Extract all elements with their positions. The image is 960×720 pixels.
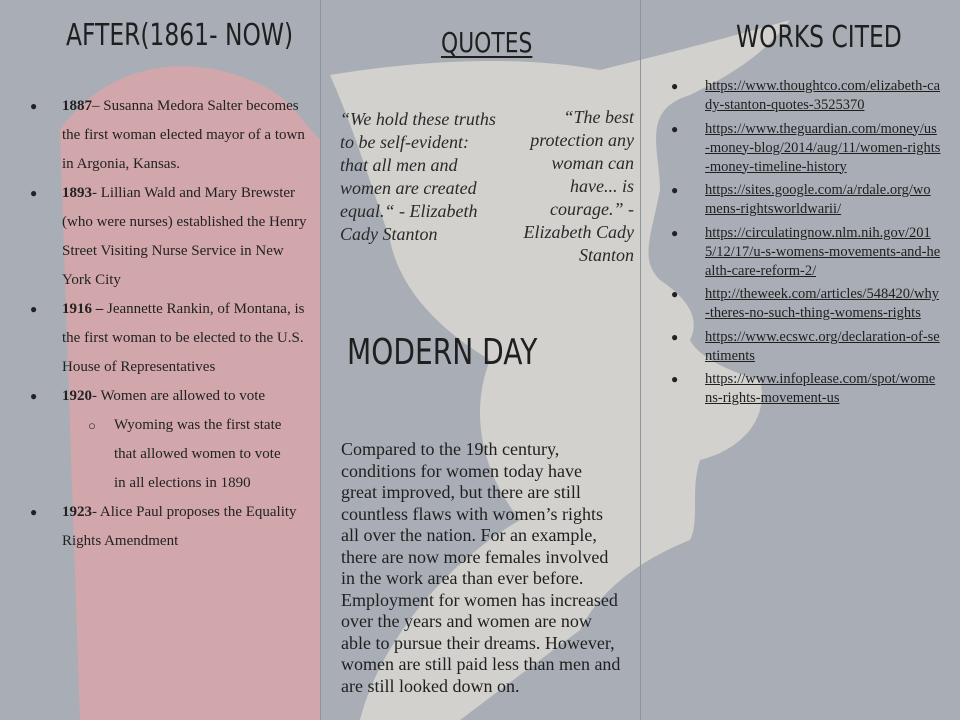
event-item: ● 1920- Women are allowed to vote	[0, 382, 310, 411]
after-panel: AFTER(1861- NOW) ● 1887– Susanna Medora S…	[0, 0, 320, 720]
event-text: - Lillian Wald and Mary Brewster (who we…	[62, 185, 307, 288]
event-year: 1920	[62, 388, 92, 404]
bullet-icon: ●	[671, 372, 679, 386]
modern-day-heading: MODERN DAY	[347, 332, 538, 373]
citation-item: ● http://theweek.com/articles/548420/why-…	[641, 285, 941, 323]
citation-item: ● https://circulatingnow.nlm.nih.gov/2015…	[641, 224, 941, 281]
event-text: – Susanna Medora Salter becomes the firs…	[62, 98, 305, 172]
citation-item: ● https://www.theguardian.com/money/us-mo…	[641, 120, 941, 177]
event-item: ● 1916 – Jeannette Rankin, of Montana, is…	[0, 295, 310, 382]
citation-link[interactable]: http://theweek.com/articles/548420/why-t…	[705, 286, 939, 321]
quotes-heading: QUOTES	[441, 26, 533, 59]
event-year: 1887	[62, 98, 92, 114]
event-text: - Women are allowed to vote	[92, 388, 266, 404]
event-item: ● 1893- Lillian Wald and Mary Brewster (w…	[0, 179, 310, 295]
sub-event-text: Wyoming was the first state that allowed…	[114, 417, 282, 491]
event-item: ● 1887– Susanna Medora Salter becomes the…	[0, 92, 310, 179]
bullet-icon: ●	[30, 302, 38, 316]
bullet-icon: ●	[30, 186, 38, 200]
citation-item: ● https://www.ecswc.org/declaration-of-se…	[641, 328, 941, 366]
citation-item: ● https://www.infoplease.com/spot/womens-…	[641, 370, 941, 408]
works-cited-heading: WORKS CITED	[736, 20, 902, 55]
quote-stanton-courage: “The best protection any woman can have.…	[523, 107, 635, 265]
event-year: 1893	[62, 185, 92, 201]
modern-day-paragraph: Compared to the 19th century, conditions…	[341, 439, 621, 696]
citation-link[interactable]: https://www.theguardian.com/money/us-mon…	[705, 121, 940, 175]
citation-link[interactable]: https://www.thoughtco.com/elizabeth-cady…	[705, 78, 940, 113]
bullet-icon: ●	[671, 79, 679, 93]
quote-stanton-equality: “We hold these truths to be self-evident…	[340, 109, 496, 244]
quotes-modern-panel: QUOTES “We hold these truths to be self-…	[321, 0, 640, 720]
bullet-icon: ●	[30, 99, 38, 113]
citation-item: ● https://www.thoughtco.com/elizabeth-cad…	[641, 77, 941, 115]
works-cited-panel: WORKS CITED ● https://www.thoughtco.com/e…	[641, 0, 960, 720]
after-heading: AFTER(1861- NOW)	[66, 18, 294, 53]
bullet-icon: ●	[671, 225, 679, 240]
bullet-icon: ●	[30, 389, 38, 403]
event-year: 1916 –	[62, 301, 104, 317]
event-item: ● 1923- Alice Paul proposes the Equality …	[0, 498, 310, 556]
citation-link[interactable]: https://www.ecswc.org/declaration-of-sen…	[705, 329, 940, 364]
bullet-icon: ●	[671, 121, 679, 136]
sub-event-item: ○ Wyoming was the first state that allowe…	[0, 411, 310, 498]
hollow-bullet-icon: ○	[88, 418, 96, 433]
bullet-icon: ●	[30, 505, 38, 519]
bullet-icon: ●	[671, 183, 679, 197]
citation-link[interactable]: https://sites.google.com/a/rdale.org/wom…	[705, 182, 931, 217]
event-year: 1923	[62, 504, 92, 520]
bullet-icon: ●	[671, 329, 679, 344]
citation-link[interactable]: https://circulatingnow.nlm.nih.gov/2015/…	[705, 225, 940, 279]
works-cited-list: ● https://www.thoughtco.com/elizabeth-cad…	[641, 77, 941, 413]
events-list: ● 1887– Susanna Medora Salter becomes the…	[0, 92, 310, 556]
bullet-icon: ●	[671, 287, 679, 301]
event-text: - Alice Paul proposes the Equality Right…	[62, 504, 297, 549]
citation-item: ● https://sites.google.com/a/rdale.org/wo…	[641, 181, 941, 219]
citation-link[interactable]: https://www.infoplease.com/spot/womens-r…	[705, 371, 935, 406]
